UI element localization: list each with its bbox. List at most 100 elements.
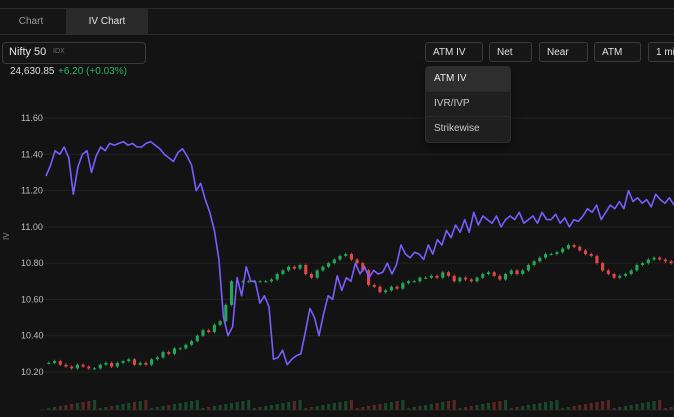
volume-bar	[424, 405, 428, 410]
candle-body	[315, 270, 319, 278]
candle-body	[658, 257, 662, 260]
volume-bar	[338, 402, 342, 410]
candle-body	[372, 284, 376, 287]
volume-bar	[469, 406, 473, 410]
volume-bar	[606, 400, 610, 410]
candle-body	[327, 263, 331, 267]
candle-body	[269, 279, 274, 282]
volume-bar	[332, 403, 336, 410]
dropdown-item-atm-iv[interactable]: ATM IV	[426, 67, 510, 91]
y-axis-label: IV	[2, 232, 11, 240]
volume-bar	[652, 401, 656, 410]
candle-body	[424, 277, 428, 279]
volume-bar	[543, 402, 548, 410]
volume-bar	[172, 404, 177, 410]
candle-body	[566, 245, 570, 249]
candle-body	[538, 257, 542, 262]
iv-type-dropdown-menu: ATM IV IVR/IVP Strikewise	[425, 66, 511, 143]
candle-body	[555, 252, 559, 255]
volume-bar	[578, 405, 582, 410]
candle-body	[309, 274, 314, 278]
volume-bar	[110, 406, 114, 410]
volume-bar	[298, 400, 302, 410]
volume-bar	[658, 400, 662, 410]
volume-bar	[127, 403, 131, 410]
candle-body	[344, 254, 348, 256]
y-tick-label: 11.20	[21, 186, 43, 196]
candle-body	[64, 364, 68, 367]
candle-body	[549, 254, 553, 256]
candle-body	[446, 272, 451, 276]
volume-bar	[132, 402, 137, 410]
candle-body	[629, 270, 633, 275]
y-tick-label: 11.00	[21, 222, 43, 232]
candle-body	[412, 281, 416, 283]
volume-bar	[241, 401, 245, 410]
volume-bar	[321, 405, 325, 410]
volume-bar	[435, 403, 439, 410]
candle-body	[218, 321, 222, 325]
candle-body	[635, 264, 639, 271]
candle-body	[492, 272, 496, 276]
volume-bar	[623, 406, 628, 410]
volume-bar	[418, 406, 422, 410]
iv-chart[interactable]: 11.60 11.40 11.20 11.00 10.80 10.60 10.40 10.20	[0, 0, 674, 417]
volume-bar	[446, 401, 451, 410]
candle-body	[287, 266, 291, 271]
candle-body	[509, 270, 513, 275]
volume-bar	[555, 400, 559, 410]
volume-bar	[492, 402, 496, 410]
y-tick-label: 10.60	[21, 294, 44, 304]
volume-bar	[646, 402, 650, 410]
volume-bar	[641, 403, 645, 410]
candle-body	[669, 261, 673, 264]
candle-body	[435, 275, 439, 278]
volume-bar	[75, 403, 79, 410]
y-tick-label: 11.60	[21, 113, 43, 123]
candle-body	[606, 270, 610, 275]
candle-body	[349, 254, 354, 260]
volume-bar	[315, 406, 319, 410]
volume-bar	[264, 406, 268, 410]
candle-body	[144, 362, 148, 365]
volume-bar	[366, 406, 371, 410]
candle-body	[395, 286, 399, 289]
candle-body	[212, 324, 216, 333]
volume-bar	[275, 404, 279, 410]
candle-body	[98, 364, 102, 369]
candle-body	[572, 245, 576, 247]
candle-body	[258, 281, 262, 283]
candle-body	[561, 248, 565, 253]
candle-body	[389, 286, 393, 291]
candle-body	[504, 274, 508, 280]
volume-bar	[378, 404, 382, 410]
volume-bar	[526, 405, 530, 410]
candle-body	[281, 270, 285, 275]
volume-bar	[167, 405, 171, 410]
candle-body	[167, 352, 171, 354]
candle-body	[75, 364, 79, 369]
dropdown-item-ivr-ivp[interactable]: IVR/IVP	[426, 92, 510, 116]
candle-body	[321, 266, 325, 271]
candle-body	[378, 286, 382, 293]
candle-body	[532, 261, 536, 265]
candle-body	[115, 362, 119, 367]
volume-bar	[595, 402, 599, 410]
volume-bar	[349, 400, 354, 410]
candle-body	[521, 270, 525, 275]
volume-bar	[441, 402, 445, 410]
volume-bar	[429, 404, 433, 410]
volume-bar	[475, 405, 479, 410]
volume-bar	[178, 403, 182, 410]
y-tick-label: 10.80	[21, 258, 44, 268]
candle-body	[150, 359, 154, 365]
candle-body	[92, 368, 97, 370]
dropdown-item-strikewise[interactable]: Strikewise	[426, 117, 510, 141]
candle-body	[304, 264, 308, 275]
volume-bar	[401, 400, 405, 410]
iv-series-line	[45, 140, 674, 366]
candle-body	[155, 357, 159, 360]
volume-bar	[269, 405, 274, 410]
candle-body	[515, 270, 519, 275]
volume-bar	[281, 403, 285, 410]
